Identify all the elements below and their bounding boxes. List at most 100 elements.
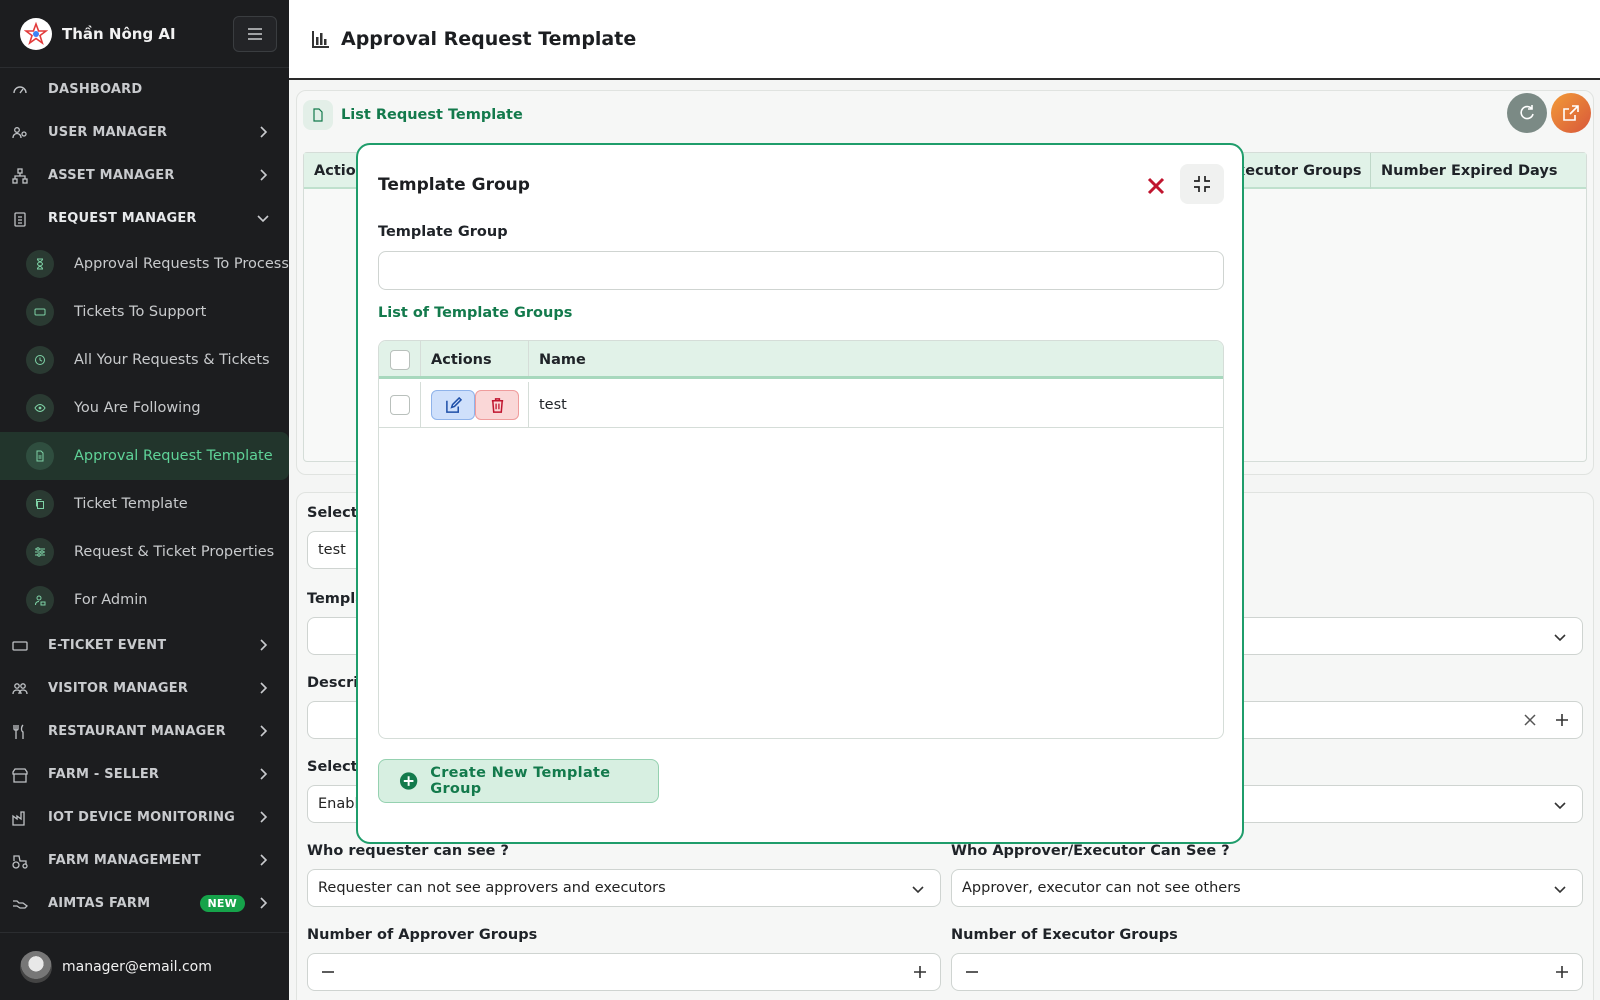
clear-icon[interactable] [1522, 712, 1538, 728]
create-button-label: Create New Template Group [430, 765, 611, 797]
submenu-you-are-following[interactable]: You Are Following [0, 384, 289, 432]
plus-circle-icon [399, 772, 418, 790]
sidebar-item-label: IOT DEVICE MONITORING [48, 810, 236, 825]
sidebar-item-label: ASSET MANAGER [48, 168, 175, 183]
sidebar-item-farm-seller[interactable]: FARM - SELLER [0, 753, 289, 796]
file-icon [303, 100, 333, 130]
submenu-tickets-to-support[interactable]: Tickets To Support [0, 288, 289, 336]
sidebar: Thần Nông AI DASHBOARD USER MANAGER ASSE… [0, 0, 289, 1000]
requester-see-select[interactable]: Requester can not see approvers and exec… [307, 869, 941, 907]
sidebar-item-restaurant-manager[interactable]: RESTAURANT MANAGER [0, 710, 289, 753]
sidebar-item-visitor-manager[interactable]: VISITOR MANAGER [0, 667, 289, 710]
plus-icon[interactable] [1554, 712, 1570, 728]
trash-icon [491, 397, 503, 413]
close-icon [1147, 177, 1165, 195]
copy-icon [26, 490, 54, 518]
edit-button[interactable] [431, 390, 475, 420]
select-template-value: test [318, 542, 346, 558]
compress-icon [1194, 176, 1210, 192]
hand-icon [12, 896, 28, 912]
sidebar-item-iot-device-monitoring[interactable]: IOT DEVICE MONITORING [0, 796, 289, 839]
user-profile[interactable]: manager@email.com [0, 932, 289, 1000]
clipboard-icon [12, 211, 28, 227]
store-icon [12, 767, 28, 783]
requester-see-value: Requester can not see approvers and exec… [318, 880, 666, 896]
approver-see-value: Approver, executor can not see others [962, 880, 1241, 896]
chevron-down-icon [1554, 886, 1566, 894]
avatar [20, 950, 52, 983]
submenu-ticket-template[interactable]: Ticket Template [0, 480, 289, 528]
sidebar-item-farm-management[interactable]: FARM MANAGEMENT [0, 839, 289, 882]
eye-icon [26, 394, 54, 422]
sidebar-item-dashboard[interactable]: DASHBOARD [0, 68, 289, 111]
refresh-icon [1520, 105, 1534, 120]
submenu-all-your-requests[interactable]: All Your Requests & Tickets [0, 336, 289, 384]
chevron-right-icon [260, 768, 268, 780]
submenu-label: Tickets To Support [74, 304, 207, 320]
chevron-down-icon [1554, 802, 1566, 810]
sidebar-item-user-manager[interactable]: USER MANAGER [0, 111, 289, 154]
request-submenu: Approval Requests To Process Tickets To … [0, 240, 289, 624]
column-header-name[interactable]: Name [539, 341, 586, 379]
template-group-modal: Template Group Template Group List of Te… [356, 143, 1244, 844]
chevron-right-icon [260, 126, 268, 138]
row-checkbox[interactable] [390, 395, 410, 415]
sidebar-item-e-ticket-event[interactable]: E-TICKET EVENT [0, 624, 289, 667]
tractor-icon [12, 853, 28, 869]
submenu-approval-requests-to-process[interactable]: Approval Requests To Process [0, 240, 289, 288]
sidebar-item-request-manager[interactable]: REQUEST MANAGER [0, 197, 289, 240]
sidebar-item-label: VISITOR MANAGER [48, 681, 189, 696]
open-external-button[interactable] [1551, 93, 1591, 133]
ticket-icon [12, 638, 28, 654]
submenu-label: Request & Ticket Properties [74, 544, 275, 560]
chevron-down-icon [1554, 634, 1566, 642]
delete-button[interactable] [475, 390, 519, 420]
submenu-approval-request-template[interactable]: Approval Request Template [0, 432, 289, 480]
close-modal-button[interactable] [1142, 172, 1170, 200]
minus-icon[interactable] [964, 964, 980, 980]
chevron-right-icon [260, 897, 268, 909]
sidebar-item-label: RESTAURANT MANAGER [48, 724, 226, 739]
row-name: test [539, 397, 567, 413]
sidebar-item-aimtas-farm[interactable]: AIMTAS FARM NEW [0, 882, 289, 925]
requester-see-label: Who requester can see ? [307, 843, 509, 859]
sidebar-item-asset-manager[interactable]: ASSET MANAGER [0, 154, 289, 197]
approver-groups-stepper[interactable] [307, 953, 941, 991]
template-group-input[interactable] [378, 251, 1224, 290]
user-email: manager@email.com [62, 958, 212, 975]
submenu-label: Ticket Template [74, 496, 188, 512]
menu-toggle-button[interactable] [233, 16, 277, 52]
create-template-group-button[interactable]: Create New Template Group [378, 759, 659, 803]
submenu-label: Approval Request Template [74, 448, 273, 464]
sidebar-item-label: USER MANAGER [48, 125, 168, 140]
page-title: Approval Request Template [341, 28, 637, 50]
submenu-label: You Are Following [74, 400, 201, 416]
brand: Thần Nông AI [0, 0, 289, 68]
users-gear-icon [12, 125, 28, 141]
refresh-button[interactable] [1507, 93, 1547, 133]
template-groups-list-title: List of Template Groups [378, 305, 573, 321]
minus-icon[interactable] [320, 964, 336, 980]
sidebar-item-label: E-TICKET EVENT [48, 638, 167, 653]
logo-icon[interactable] [20, 17, 52, 50]
edit-icon [445, 396, 462, 413]
column-header-actions[interactable]: Actio [304, 153, 356, 189]
executor-groups-stepper[interactable] [951, 953, 1583, 991]
template-group-input-label: Template Group [378, 224, 508, 240]
utensils-icon [12, 724, 28, 740]
submenu-request-ticket-properties[interactable]: Request & Ticket Properties [0, 528, 289, 576]
sidebar-item-label: REQUEST MANAGER [48, 211, 197, 226]
file-icon [26, 442, 54, 470]
submenu-for-admin[interactable]: For Admin [0, 576, 289, 624]
template-groups-table: Actions Name test [378, 340, 1224, 739]
sidebar-nav: DASHBOARD USER MANAGER ASSET MANAGER REQ… [0, 68, 289, 240]
sliders-icon [26, 538, 54, 566]
status-select-value: Enabl [318, 796, 359, 812]
select-all-checkbox[interactable] [390, 350, 410, 370]
column-header-expired-days[interactable]: Number Expired Days [1370, 153, 1557, 189]
plus-icon[interactable] [1554, 964, 1570, 980]
plus-icon[interactable] [912, 964, 928, 980]
maximize-modal-button[interactable] [1180, 164, 1224, 204]
chevron-down-icon [912, 886, 924, 894]
approver-see-select[interactable]: Approver, executor can not see others [951, 869, 1583, 907]
